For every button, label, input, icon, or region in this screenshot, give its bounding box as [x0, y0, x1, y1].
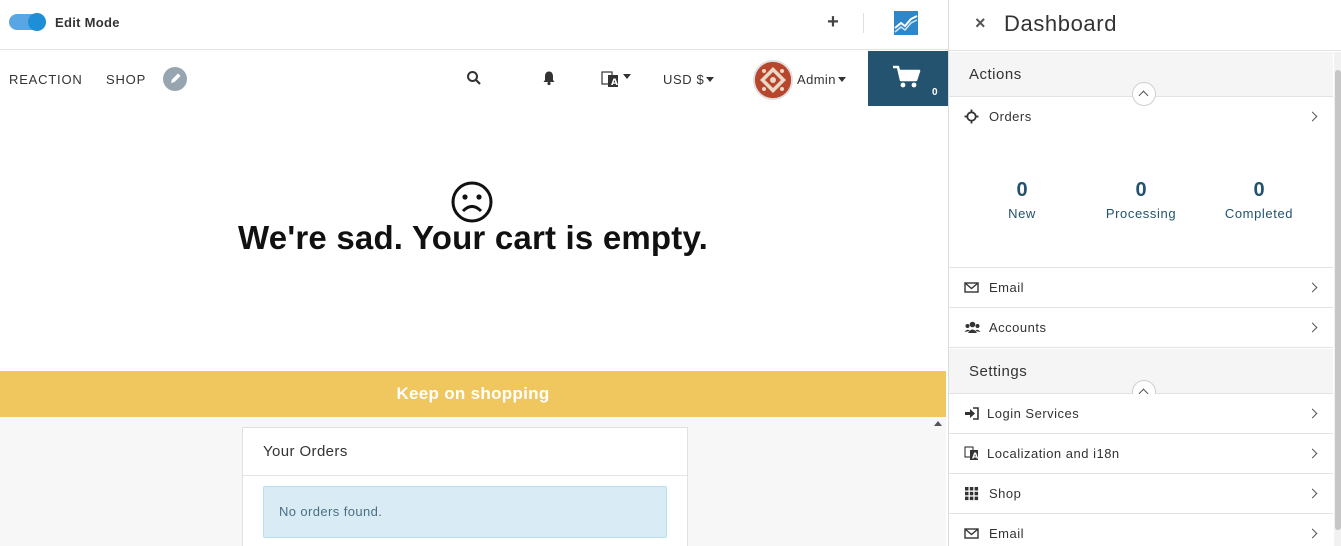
search-button[interactable] [466, 70, 482, 86]
nav-link-reaction[interactable]: REACTION [9, 72, 83, 87]
settings-item-shop[interactable]: Shop [949, 474, 1333, 514]
stat-processing-value: 0 [1135, 179, 1147, 201]
envelope-icon [964, 528, 979, 539]
storefront-main: Edit Mode + REACTION SHOP A USD $ Admin … [0, 0, 948, 546]
currency-label: USD $ [663, 72, 705, 87]
dashboard-panel: × Dashboard Actions Orders 0 New 0 Proce… [948, 0, 1341, 546]
bell-icon [543, 71, 555, 86]
envelope-icon [964, 282, 979, 293]
avatar-image [755, 62, 791, 98]
brand-logo-icon [894, 15, 918, 33]
user-avatar[interactable] [753, 60, 793, 100]
stat-new-value: 0 [1016, 179, 1028, 201]
dashboard-item-email[interactable]: Email [949, 268, 1333, 308]
dashboard-item-label: Localization and i18n [987, 446, 1120, 461]
currency-caret [706, 77, 715, 83]
translate-icon: A [964, 446, 979, 461]
stat-completed-label: Completed [1224, 206, 1294, 221]
language-caret [623, 74, 631, 79]
orders-action-block: Orders 0 New 0 Processing 0 Completed [949, 97, 1333, 268]
add-button[interactable]: + [824, 11, 842, 33]
empty-cart-title: We're sad. Your cart is empty. [238, 219, 708, 256]
pencil-icon [171, 73, 181, 83]
chevron-right-icon [1307, 528, 1318, 539]
dashboard-item-accounts[interactable]: Accounts [949, 308, 1333, 348]
edit-mode-label: Edit Mode [55, 15, 120, 30]
stat-new[interactable]: 0 New [967, 179, 1077, 221]
brand-logo[interactable] [894, 11, 918, 35]
translate-icon: A [601, 71, 618, 88]
dashboard-item-label: Accounts [989, 320, 1047, 335]
chevron-right-icon [1307, 282, 1318, 293]
dashboard-title: Dashboard [1004, 11, 1118, 36]
dashboard-item-label: Email [989, 280, 1025, 295]
toggle-knob [28, 13, 46, 31]
main-navbar: REACTION SHOP A USD $ Admin 0 [0, 51, 948, 106]
language-selector[interactable]: A [601, 70, 631, 88]
orders-section: Your Orders No orders found. [0, 417, 946, 546]
settings-item-localization[interactable]: A Localization and i18n [949, 434, 1333, 474]
user-name: Admin [797, 72, 836, 87]
dashboard-item-label: Orders [989, 109, 1032, 124]
scroll-up-arrow[interactable] [934, 421, 942, 426]
edit-nav-button[interactable] [163, 67, 187, 91]
chevron-right-icon [1307, 448, 1318, 459]
settings-item-login-services[interactable]: Login Services [949, 394, 1333, 434]
nav-link-shop[interactable]: SHOP [106, 72, 146, 87]
dashboard-scrollbar[interactable] [1334, 52, 1341, 546]
collapse-actions-button[interactable] [1132, 82, 1156, 106]
stat-completed-value: 0 [1253, 179, 1265, 201]
settings-section-label: Settings [969, 363, 1028, 380]
user-menu-caret [837, 77, 846, 83]
chevron-right-icon [1307, 488, 1318, 499]
edit-mode-toggle[interactable] [9, 13, 46, 31]
actions-section-label: Actions [969, 66, 1022, 83]
shopping-cart-icon [893, 65, 921, 88]
chevron-right-icon [1307, 322, 1318, 333]
stat-completed[interactable]: 0 Completed [1204, 179, 1314, 221]
settings-item-email[interactable]: Email [949, 514, 1333, 546]
stat-processing[interactable]: 0 Processing [1086, 179, 1196, 221]
keep-shopping-button[interactable]: Keep on shopping [0, 371, 946, 417]
dashboard-header: × Dashboard [949, 0, 1341, 51]
stat-processing-label: Processing [1105, 206, 1177, 221]
sign-in-icon [965, 407, 979, 420]
cart-count: 0 [932, 87, 938, 98]
svg-text:A: A [611, 78, 618, 88]
toolbar-divider [863, 13, 864, 33]
admin-toolbar: Edit Mode + [0, 0, 948, 50]
dashboard-item-label: Shop [989, 486, 1022, 501]
stat-new-label: New [1008, 206, 1036, 221]
svg-text:A: A [972, 452, 979, 461]
orders-card-divider [243, 475, 687, 476]
chevron-right-icon [1307, 408, 1318, 419]
search-icon [467, 71, 481, 85]
dashboard-item-label: Login Services [987, 406, 1080, 421]
chevron-right-icon [1307, 111, 1318, 122]
no-orders-alert: No orders found. [263, 486, 667, 538]
sad-face-icon [451, 181, 493, 223]
notifications-button[interactable] [541, 70, 557, 86]
grid-icon [965, 487, 979, 501]
your-orders-card: Your Orders No orders found. [242, 427, 688, 546]
scrollbar-thumb[interactable] [1335, 70, 1341, 530]
your-orders-title: Your Orders [263, 443, 348, 460]
users-icon [964, 321, 981, 333]
dashboard-item-label: Email [989, 526, 1025, 541]
currency-selector[interactable]: USD $ [663, 72, 715, 87]
user-menu[interactable]: Admin [797, 72, 846, 87]
close-dashboard-button[interactable]: × [975, 13, 986, 34]
gear-icon [964, 109, 979, 124]
